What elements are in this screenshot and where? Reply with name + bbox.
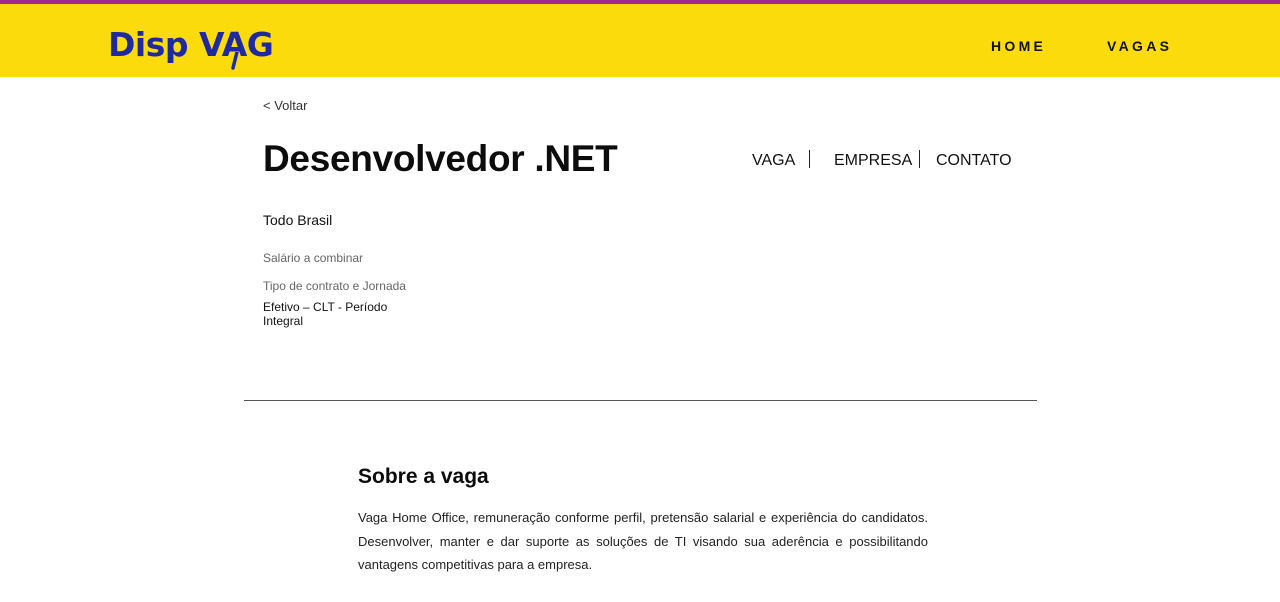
back-link[interactable]: < Voltar [263, 98, 307, 113]
tab-vaga[interactable]: VAGA [752, 151, 795, 171]
contract-type-value: Efetivo – CLT - Período Integral [263, 300, 388, 328]
contract-type-label: Tipo de contrato e Jornada [263, 279, 406, 293]
tab-empresa[interactable]: EMPRESA [834, 151, 912, 171]
about-title: Sobre a vaga [358, 465, 489, 488]
nav-vagas[interactable]: VAGAS [1107, 38, 1172, 54]
magnifier-icon [231, 52, 239, 70]
job-location: Todo Brasil [263, 212, 333, 228]
job-title: Desenvolvedor .NET [263, 138, 618, 179]
about-description: Vaga Home Office, remuneração conforme p… [358, 510, 928, 572]
nav-home[interactable]: HOME [991, 38, 1046, 54]
site-header: Disp VAG HOME VAGAS [0, 4, 1280, 77]
job-salary: Salário a combinar [263, 251, 364, 265]
section-divider [244, 400, 1037, 401]
tab-separator [809, 150, 810, 168]
tab-separator [919, 150, 920, 168]
tab-contato[interactable]: CONTATO [936, 151, 1012, 171]
logo[interactable]: Disp VAG [108, 26, 274, 70]
